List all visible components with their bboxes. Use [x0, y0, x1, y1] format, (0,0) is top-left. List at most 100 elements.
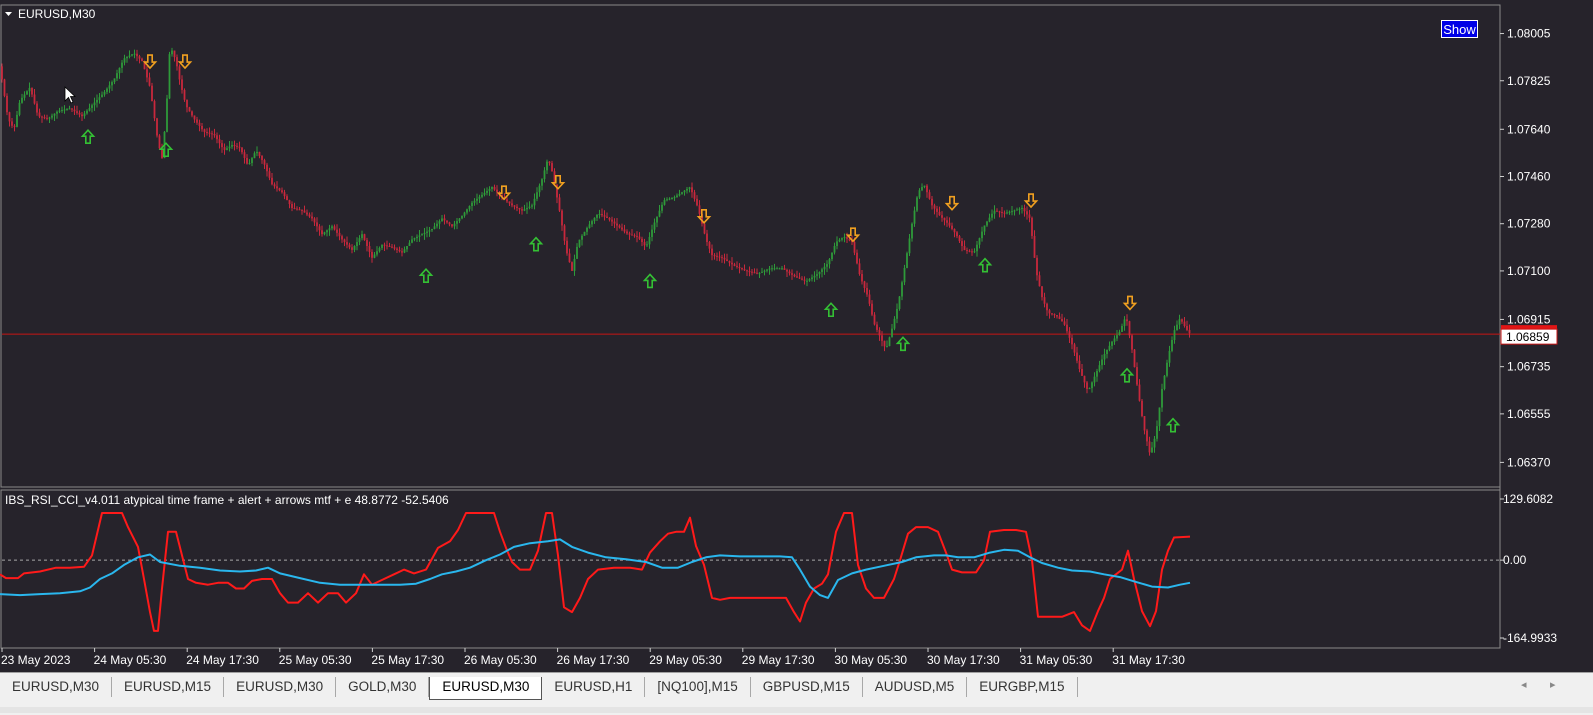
candle-body	[421, 234, 423, 236]
candle-body	[671, 198, 673, 199]
candle-body	[326, 230, 328, 233]
candle-body	[968, 250, 971, 252]
tab-eurusd-m30-0[interactable]: EURUSD,M30	[0, 677, 113, 697]
indicator-tick-label: -164.9933	[1503, 631, 1557, 645]
candle-body	[818, 271, 821, 275]
candle-body	[891, 328, 893, 338]
tab-audusd-m5-8[interactable]: AUDUSD,M5	[863, 677, 968, 697]
candle-body	[1046, 303, 1048, 311]
candle-body	[353, 246, 356, 250]
chart-menu-triangle-icon[interactable]	[5, 12, 12, 16]
candle-body	[633, 235, 636, 237]
candle-body	[663, 199, 666, 205]
tab-gbpusd-m15-7[interactable]: GBPUSD,M15	[751, 677, 863, 697]
candle-body	[711, 248, 713, 256]
candle-body	[648, 236, 651, 245]
price-tick-label: 1.08005	[1507, 27, 1551, 41]
candle-body	[1058, 316, 1061, 319]
candle-body	[351, 247, 353, 250]
candle-body	[311, 216, 313, 219]
candle-body	[691, 187, 693, 193]
candle-body	[928, 192, 931, 199]
candle-body	[1156, 426, 1158, 439]
candle-body	[323, 232, 326, 235]
candle-body	[478, 196, 481, 199]
candle-body	[273, 184, 276, 187]
candle-body	[951, 225, 953, 229]
show-button[interactable]: Show	[1441, 20, 1478, 38]
candle-body	[856, 252, 858, 264]
candle-body	[301, 209, 303, 211]
candle-body	[511, 203, 513, 206]
indicator-plot-frame	[0, 489, 1501, 649]
candle-body	[378, 247, 381, 252]
candle-body	[1028, 214, 1031, 218]
candle-body	[723, 257, 726, 260]
buy-arrow-icon	[977, 257, 993, 273]
horizontal-scrollbar[interactable]	[0, 707, 1593, 713]
candle-body	[1021, 207, 1023, 209]
tab-scroll-right-icon[interactable]: ▸	[1550, 678, 1556, 691]
candle-body	[933, 205, 936, 209]
candle-body	[876, 324, 878, 330]
candle-body	[858, 263, 861, 275]
candle-body	[668, 198, 671, 200]
tab-eurusd-h1-5[interactable]: EURUSD,H1	[542, 677, 646, 697]
candle-body	[1168, 350, 1171, 363]
candle-body	[418, 235, 421, 237]
candle-body	[121, 62, 123, 68]
candle-body	[713, 255, 716, 257]
time-tick-label: 25 May 17:30	[371, 653, 444, 667]
chart-title: EURUSD,M30	[18, 7, 96, 21]
tab-eurgbp-m15-9[interactable]: EURGBP,M15	[967, 677, 1078, 697]
time-axis: 23 May 2023 24 May 05:30 24 May 17:30 25 Ma…	[1, 648, 1185, 667]
candle-body	[1151, 447, 1153, 453]
candle-body	[646, 244, 648, 246]
candle-body	[836, 241, 838, 246]
tab-eurusd-m30-2[interactable]: EURUSD,M30	[224, 677, 337, 697]
candle-body	[828, 259, 831, 265]
candle-body	[531, 205, 533, 207]
candle-body	[578, 239, 581, 247]
candle-body	[826, 264, 828, 267]
candle-body	[983, 225, 986, 232]
candle-body	[123, 58, 126, 63]
candle-body	[621, 227, 623, 230]
price-tick-label: 1.06555	[1507, 407, 1551, 421]
candle-body	[488, 188, 491, 191]
candle-body	[41, 116, 43, 118]
candle-body	[146, 69, 148, 78]
candle-body	[641, 238, 643, 243]
current-price-marker	[1501, 325, 1557, 330]
candle-body	[426, 231, 428, 233]
candle-body	[893, 318, 896, 329]
candle-body	[931, 198, 933, 206]
tab-gold-m30-3[interactable]: GOLD,M30	[336, 677, 430, 697]
tab-nq100-m15-6[interactable]: [NQ100],M15	[645, 677, 751, 697]
time-tick-label: 24 May 05:30	[94, 653, 167, 667]
tab-eurusd-m15-1[interactable]: EURUSD,M15	[112, 677, 225, 697]
chart-canvas[interactable]: 1.08005 1.07825 1.07640 1.07460 1.07280 1.071…	[0, 0, 1593, 672]
candle-body	[606, 216, 608, 218]
price-axis: 1.08005 1.07825 1.07640 1.07460 1.07280 1.071…	[1500, 27, 1551, 469]
candle-body	[656, 216, 658, 223]
candle-body	[1026, 211, 1028, 215]
candle-body	[821, 269, 823, 272]
price-tick-label: 1.07280	[1507, 217, 1551, 231]
chart-window[interactable]: 1.08005 1.07825 1.07640 1.07460 1.07280 1.071…	[0, 0, 1593, 672]
tab-scroll-left-icon[interactable]: ◂	[1521, 678, 1527, 691]
candle-body	[188, 107, 191, 112]
candle-body	[816, 274, 818, 276]
tab-eurusd-m30-4[interactable]: EURUSD,M30	[429, 677, 543, 700]
candle-body	[73, 109, 76, 112]
candle-body	[1136, 367, 1138, 385]
candle-body	[151, 85, 153, 102]
candle-body	[1073, 344, 1076, 353]
price-tick-label: 1.06735	[1507, 360, 1551, 374]
candle-body	[491, 186, 493, 189]
candle-body	[248, 163, 251, 165]
candle-body	[1, 66, 3, 80]
candle-body	[156, 118, 158, 136]
candle-body	[496, 189, 498, 193]
candle-body	[413, 238, 416, 240]
